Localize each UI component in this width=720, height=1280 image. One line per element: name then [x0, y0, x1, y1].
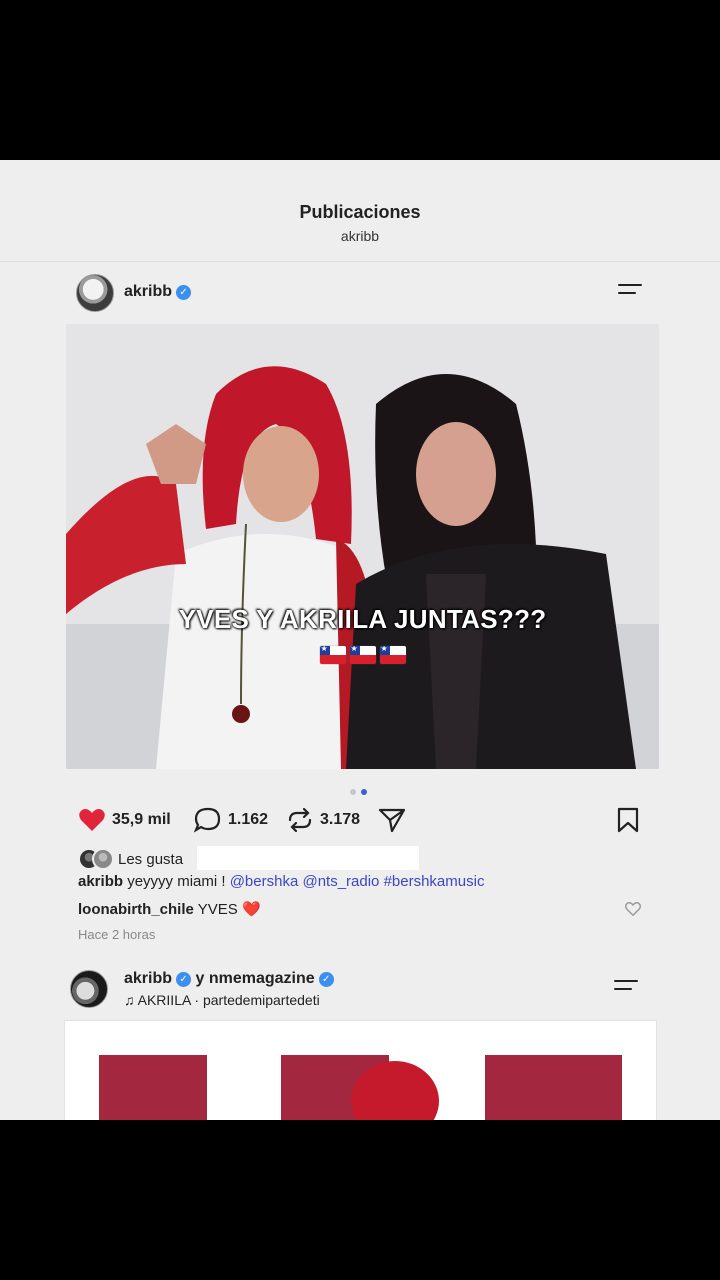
caption-username[interactable]: akribb: [78, 873, 123, 890]
caption-text: yeyyyy miami !: [127, 873, 226, 890]
post-menu-button[interactable]: [614, 980, 642, 998]
post-caption: akribb yeyyyy miami ! @bershka @nts_radi…: [78, 873, 638, 890]
liked-by-label: Les gusta: [118, 850, 184, 868]
share-button[interactable]: [378, 808, 412, 833]
collab-username[interactable]: nmemagazine: [209, 970, 315, 987]
post-image-2[interactable]: [64, 1020, 657, 1120]
profile-posts-screen: Publicaciones akribb akribb ✓ YVES Y AKR…: [0, 160, 720, 1120]
post-music[interactable]: ♫ AKRIILA · partedemipartedeti: [124, 992, 320, 1008]
post-actions: 35,9 mil 1.162 3.178: [78, 804, 644, 836]
chile-flag-icon: [379, 646, 406, 664]
chile-flag-icon: [319, 646, 346, 664]
header: Publicaciones akribb: [0, 160, 720, 262]
page-subtitle: akribb: [340, 228, 380, 244]
verified-badge-icon: ✓: [318, 972, 334, 987]
post-username[interactable]: akribb ✓: [124, 283, 192, 301]
post-header: akribb ✓: [76, 273, 646, 313]
post-username-label[interactable]: akribb: [124, 283, 172, 300]
heart-outline-icon: [625, 902, 641, 917]
post-header-2: akribb ✓ y nmemagazine ✓ ♫ AKRIILA · parte…: [70, 968, 646, 1010]
post-username-2: akribb ✓ y nmemagazine ✓: [124, 970, 334, 988]
liked-by[interactable]: Les gusta: [78, 848, 183, 870]
repost-count: 3.178: [320, 811, 361, 828]
nme-cover-illustration: [99, 1055, 622, 1120]
verified-badge-icon: ✓: [176, 285, 192, 300]
save-button[interactable]: [616, 807, 640, 838]
liker-avatar: [92, 848, 114, 870]
menu-lines-icon: [618, 284, 642, 286]
redaction-box: [197, 846, 419, 870]
avatar[interactable]: [76, 274, 114, 312]
comment-like-button[interactable]: [625, 902, 641, 921]
collab-prefix: y: [195, 970, 205, 987]
comment-text: YVES ❤️: [197, 901, 261, 918]
repost-button[interactable]: 3.178: [286, 807, 361, 833]
send-icon: [378, 808, 406, 833]
photo-illustration: [66, 324, 659, 769]
verified-badge-icon: ✓: [176, 972, 192, 987]
post-menu-button[interactable]: [618, 284, 646, 302]
overlay-caption: YVES Y AKRIILA JUNTAS???: [178, 604, 547, 634]
carousel-indicator: [350, 782, 372, 800]
post2-username[interactable]: akribb: [124, 970, 172, 987]
chile-flag-icon: [349, 646, 376, 664]
comment-button[interactable]: 1.162: [194, 807, 269, 833]
heart-filled-icon: [79, 809, 105, 831]
post-image[interactable]: YVES Y AKRIILA JUNTAS???: [66, 324, 659, 769]
carousel-dot[interactable]: [350, 789, 356, 795]
like-count: 35,9 mil: [112, 811, 171, 828]
like-button[interactable]: 35,9 mil: [78, 808, 171, 832]
music-label: AKRIILA · partedemipartedeti: [137, 992, 320, 1008]
menu-lines-icon: [614, 980, 638, 982]
avatar[interactable]: [70, 970, 108, 1008]
comment-bubble-icon: [194, 807, 221, 833]
comment-count: 1.162: [228, 811, 269, 828]
comment-username[interactable]: loonabirth_chile: [78, 901, 194, 918]
flags: [66, 646, 659, 669]
bookmark-icon: [617, 807, 639, 833]
post-timestamp: Hace 2 horas: [78, 927, 156, 942]
music-note-icon: ♫: [124, 992, 135, 1008]
caption-mentions[interactable]: @bershka @nts_radio #bershkamusic: [230, 873, 485, 890]
page-title: Publicaciones: [299, 202, 421, 222]
repost-icon: [288, 807, 312, 833]
carousel-dot-active[interactable]: [361, 789, 367, 795]
top-comment: loonabirth_chile YVES ❤️: [78, 900, 261, 918]
